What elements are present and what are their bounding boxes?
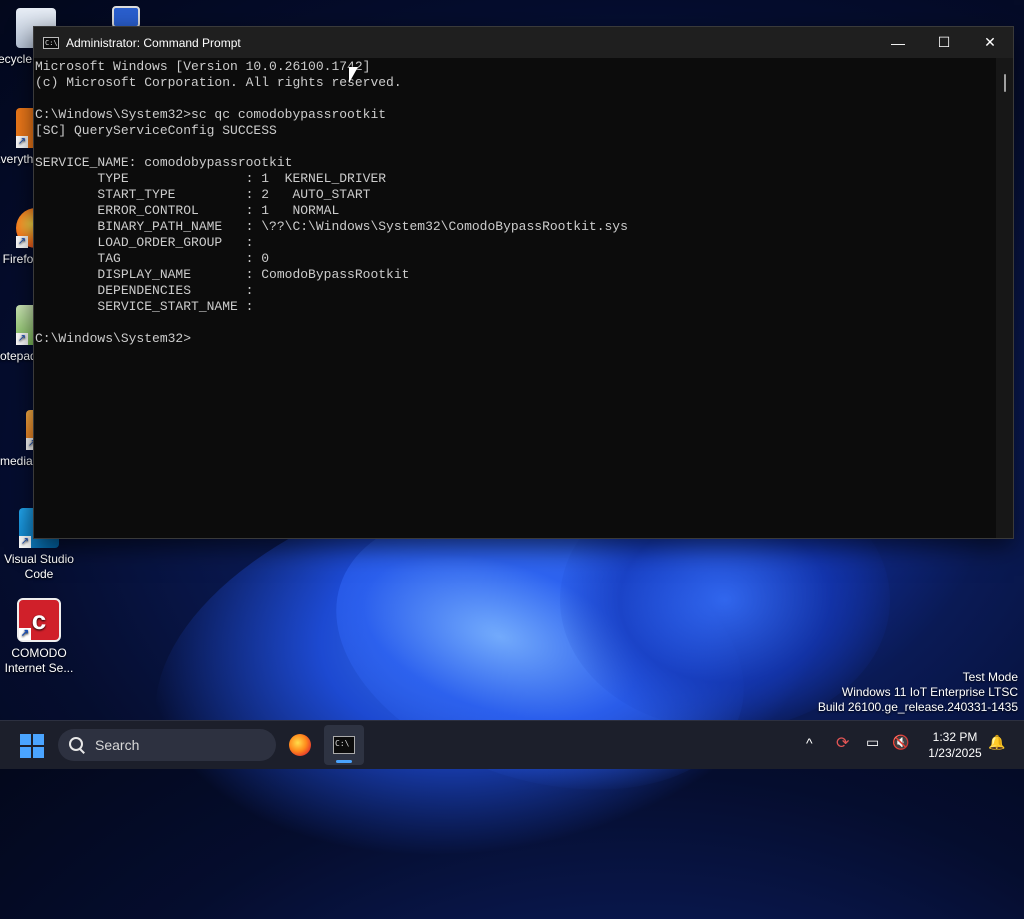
maximize-button[interactable]: ☐ [921, 27, 967, 58]
shortcut-arrow-icon: ↗ [19, 628, 31, 640]
taskbar: Search C:\ ^ ⟳ ▭ 🔇 1:32 PM 1/23/2025 🔔 [0, 720, 1024, 769]
shortcut-arrow-icon: ↗ [19, 536, 31, 548]
shortcut-arrow-icon: ↗ [16, 236, 28, 248]
desktop-icon-comodo[interactable]: c ↗ COMODO Internet Se... [3, 598, 75, 676]
test-mode-watermark: Test Mode Windows 11 IoT Enterprise LTSC… [818, 670, 1018, 715]
mouse-cursor-icon [349, 67, 358, 83]
network-icon[interactable]: ▭ [866, 734, 879, 751]
watermark-line: Test Mode [962, 670, 1018, 684]
windows-logo-icon [20, 747, 31, 758]
active-app-indicator [336, 760, 352, 763]
clock-date: 1/23/2025 [928, 746, 982, 760]
watermark-line: Windows 11 IoT Enterprise LTSC [841, 685, 1018, 699]
command-prompt-window[interactable]: C:\ Administrator: Command Prompt — ☐ ✕ … [33, 26, 1014, 539]
windows-logo-icon [20, 734, 31, 745]
vertical-scrollbar[interactable] [996, 58, 1013, 538]
comodo-icon: c ↗ [17, 598, 61, 642]
watermark-line: Build 26100.ge_release.240331-1435 [817, 700, 1018, 714]
taskbar-clock[interactable]: 1:32 PM 1/23/2025 [920, 729, 990, 761]
console-area[interactable]: Microsoft Windows [Version 10.0.26100.17… [34, 58, 1013, 538]
windows-logo-icon [33, 747, 44, 758]
firefox-icon [289, 734, 311, 756]
windows-logo-icon [33, 734, 44, 745]
scrollbar-thumb[interactable] [1004, 74, 1006, 92]
console-output: Microsoft Windows [Version 10.0.26100.17… [35, 59, 628, 346]
window-title: Administrator: Command Prompt [66, 35, 241, 50]
cmd-icon: C:\ [43, 36, 59, 49]
minimize-button[interactable]: — [875, 27, 921, 58]
start-button[interactable] [20, 734, 44, 758]
search-icon [69, 737, 85, 753]
desktop-icon-label: Visual Studio Code [4, 552, 74, 581]
desktop-icon-label: COMODO Internet Se... [4, 646, 74, 675]
window-titlebar[interactable]: C:\ Administrator: Command Prompt — ☐ ✕ [34, 27, 1013, 58]
clock-time: 1:32 PM [932, 730, 978, 744]
cmd-icon: C:\ [333, 736, 355, 754]
shortcut-arrow-icon: ↗ [16, 333, 28, 345]
search-placeholder: Search [95, 737, 140, 753]
shortcut-arrow-icon: ↗ [16, 136, 28, 148]
notification-bell-icon[interactable]: 🔔 [988, 734, 1005, 751]
taskbar-cmd-button[interactable]: C:\ [324, 725, 364, 765]
close-button[interactable]: ✕ [967, 27, 1013, 58]
update-sync-icon[interactable]: ⟳ [836, 733, 849, 753]
taskbar-firefox-button[interactable] [280, 725, 320, 765]
computer-icon [112, 6, 140, 28]
show-hidden-icons-button[interactable]: ^ [806, 735, 813, 751]
taskbar-search-box[interactable]: Search [58, 729, 276, 761]
volume-muted-icon[interactable]: 🔇 [892, 734, 909, 751]
